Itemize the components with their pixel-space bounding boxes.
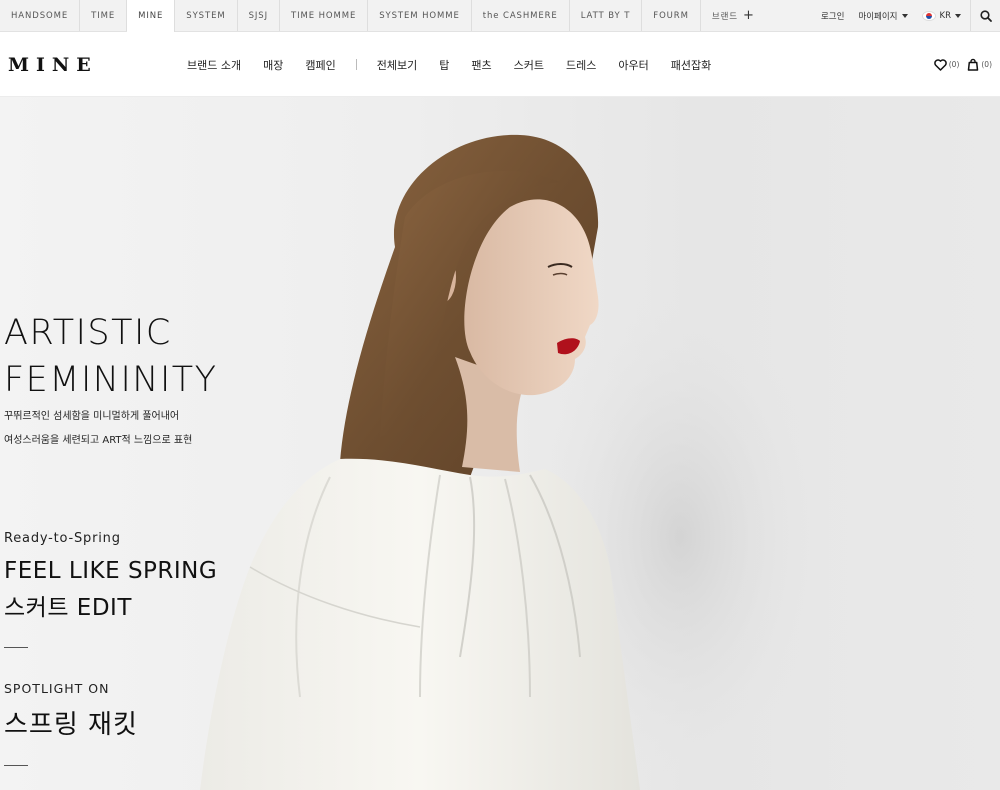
brand-tab-time-homme[interactable]: TIME HOMME	[280, 0, 369, 31]
heart-icon	[933, 58, 947, 71]
section-divider	[4, 765, 28, 766]
hero-headline-line1: ARTISTIC	[4, 313, 172, 353]
nav-stores[interactable]: 매장	[252, 57, 294, 73]
brand-list: HANDSOME TIME MINE SYSTEM SJSJ TIME HOMM…	[0, 0, 766, 32]
brand-tab-system-homme[interactable]: SYSTEM HOMME	[368, 0, 472, 31]
wishlist-count: (0)	[948, 60, 960, 69]
mypage-label: 마이페이지	[858, 11, 898, 22]
feature-title-line1[interactable]: FEEL LIKE SPRING	[4, 558, 217, 584]
brand-bar: HANDSOME TIME MINE SYSTEM SJSJ TIME HOMM…	[0, 0, 1000, 32]
nav-view-all[interactable]: 전체보기	[366, 57, 428, 73]
nav-brand-intro[interactable]: 브랜드 소개	[176, 57, 252, 73]
feature-title-line2[interactable]: 스커트 EDIT	[4, 588, 132, 622]
brand-tab-the-cashmere[interactable]: the CASHMERE	[472, 0, 570, 31]
chevron-down-icon	[955, 13, 961, 18]
plus-icon: +	[743, 8, 755, 23]
nav-outer[interactable]: 아우터	[607, 57, 659, 73]
chevron-down-icon	[901, 13, 908, 18]
search-icon	[979, 9, 992, 22]
nav-skirts[interactable]: 스커트	[503, 57, 555, 73]
section-divider	[4, 647, 28, 648]
spotlight-title[interactable]: 스프링 재킷	[4, 704, 138, 741]
brand-tab-time[interactable]: TIME	[80, 0, 128, 31]
brand-tab-handsome[interactable]: HANDSOME	[0, 0, 81, 31]
login-link[interactable]: 로그인	[814, 10, 851, 22]
header-actions: (0) (0)	[926, 58, 992, 71]
cart-count: (0)	[981, 60, 992, 69]
brand-tab-sjsj[interactable]: SJSJ	[238, 0, 280, 31]
mypage-dropdown[interactable]: 마이페이지	[851, 10, 914, 22]
main-nav: 브랜드 소개 매장 캠페인 전체보기 탑 팬츠 스커트 드레스 아우터 패션잡화	[176, 32, 722, 97]
nav-divider	[355, 59, 357, 70]
wishlist-button[interactable]: (0)	[933, 58, 960, 71]
korea-flag-icon	[921, 10, 936, 21]
search-button[interactable]	[970, 0, 1000, 31]
nav-dresses[interactable]: 드레스	[555, 57, 607, 73]
main-header: MINE 브랜드 소개 매장 캠페인 전체보기 탑 팬츠 스커트 드레스 아우터…	[0, 32, 1000, 97]
mine-logo[interactable]: MINE	[8, 54, 98, 76]
utility-menu: 로그인 마이페이지 KR	[814, 0, 1000, 31]
more-brands-label: 브랜드	[711, 11, 739, 22]
hero-banner[interactable]: ARTISTIC FEMININITY 꾸뛰르적인 섬세함을 미니멀하게 풀어내…	[0, 97, 1000, 790]
brand-tab-fourm[interactable]: FOURM	[642, 0, 701, 31]
brand-tab-latt-by-t[interactable]: LATT BY T	[570, 0, 643, 31]
feature-kicker[interactable]: Ready-to-Spring	[4, 531, 121, 546]
nav-campaign[interactable]: 캠페인	[294, 57, 346, 73]
language-selector[interactable]: KR	[915, 10, 968, 21]
more-brands-button[interactable]: 브랜드 +	[701, 0, 766, 31]
shopping-bag-icon	[968, 58, 979, 71]
brand-tab-system[interactable]: SYSTEM	[175, 0, 238, 31]
hero-headline-line2: FEMININITY	[4, 360, 218, 400]
nav-tops[interactable]: 탑	[428, 57, 460, 73]
brand-tab-mine[interactable]: MINE	[127, 0, 176, 32]
nav-pants[interactable]: 팬츠	[460, 57, 502, 73]
language-label: KR	[939, 10, 951, 21]
cart-button[interactable]: (0)	[967, 58, 992, 71]
nav-accessories[interactable]: 패션잡화	[660, 57, 722, 73]
spotlight-label[interactable]: SPOTLIGHT ON	[4, 681, 109, 696]
hero-description-line1: 꾸뛰르적인 섬세함을 미니멀하게 풀어내어	[4, 411, 180, 422]
hero-description-line2: 여성스러움을 세련되고 ART적 느낌으로 표현	[4, 435, 193, 446]
